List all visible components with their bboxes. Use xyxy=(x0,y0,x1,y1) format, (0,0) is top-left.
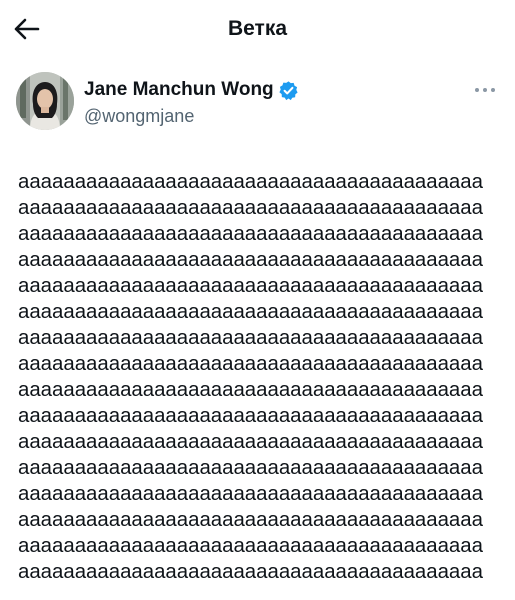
tweet-text-line: aaaaaaaaaaaaaaaaaaaaaaaaaaaaaaaaaaaaaaaa… xyxy=(18,561,483,583)
top-bar: Ветка xyxy=(0,0,515,60)
display-name[interactable]: Jane Manchun Wong xyxy=(84,78,274,102)
verified-badge-icon xyxy=(278,80,299,101)
tweet-text-line: aaaaaaaaaaaaaaaaaaaaaaaaaaaaaaaaaaaaaaaa… xyxy=(18,171,483,193)
avatar-image xyxy=(16,72,74,130)
tweet-text-line: aaaaaaaaaaaaaaaaaaaaaaaaaaaaaaaaaaaaaaaa… xyxy=(18,197,483,219)
name-row: Jane Manchun Wong xyxy=(84,78,299,102)
tweet-text-line: aaaaaaaaaaaaaaaaaaaaaaaaaaaaaaaaaaaaaaaa… xyxy=(18,457,483,479)
avatar[interactable] xyxy=(16,72,74,130)
tweet-text-line: aaaaaaaaaaaaaaaaaaaaaaaaaaaaaaaaaaaaaaaa… xyxy=(18,301,483,323)
page-title: Ветка xyxy=(227,17,288,40)
tweet-author: Jane Manchun Wong @wongmjane xyxy=(16,72,499,136)
tweet-text-line: aaaaaaaaaaaaaaaaaaaaaaaaaaaaaaaaaaaaaaaa… xyxy=(18,483,483,505)
more-horizontal-icon xyxy=(475,88,495,92)
tweet-text-line: aaaaaaaaaaaaaaaaaaaaaaaaaaaaaaaaaaaaaaaa… xyxy=(18,379,483,401)
more-options-button[interactable] xyxy=(471,80,499,100)
tweet-text-line: aaaaaaaaaaaaaaaaaaaaaaaaaaaaaaaaaaaaaaaa… xyxy=(18,249,483,271)
tweet-text-line: aaaaaaaaaaaaaaaaaaaaaaaaaaaaaaaaaaaaaaaa… xyxy=(18,223,483,245)
tweet-text-line: aaaaaaaaaaaaaaaaaaaaaaaaaaaaaaaaaaaaaaaa… xyxy=(18,353,483,375)
tweet-text-line: aaaaaaaaaaaaaaaaaaaaaaaaaaaaaaaaaaaaaaaa… xyxy=(18,509,483,531)
tweet-text-line: aaaaaaaaaaaaaaaaaaaaaaaaaaaaaaaaaaaaaaaa… xyxy=(18,275,483,297)
tweet-text: aaaaaaaaaaaaaaaaaaaaaaaaaaaaaaaaaaaaaaaa… xyxy=(18,169,498,585)
user-handle[interactable]: @wongmjane xyxy=(84,105,194,127)
tweet-text-line: aaaaaaaaaaaaaaaaaaaaaaaaaaaaaaaaaaaaaaaa… xyxy=(18,431,483,453)
tweet-text-line: aaaaaaaaaaaaaaaaaaaaaaaaaaaaaaaaaaaaaaaa… xyxy=(18,327,483,349)
tweet-text-line: aaaaaaaaaaaaaaaaaaaaaaaaaaaaaaaaaaaaaaaa… xyxy=(18,535,483,557)
tweet-text-line: aaaaaaaaaaaaaaaaaaaaaaaaaaaaaaaaaaaaaaaa… xyxy=(18,405,483,427)
